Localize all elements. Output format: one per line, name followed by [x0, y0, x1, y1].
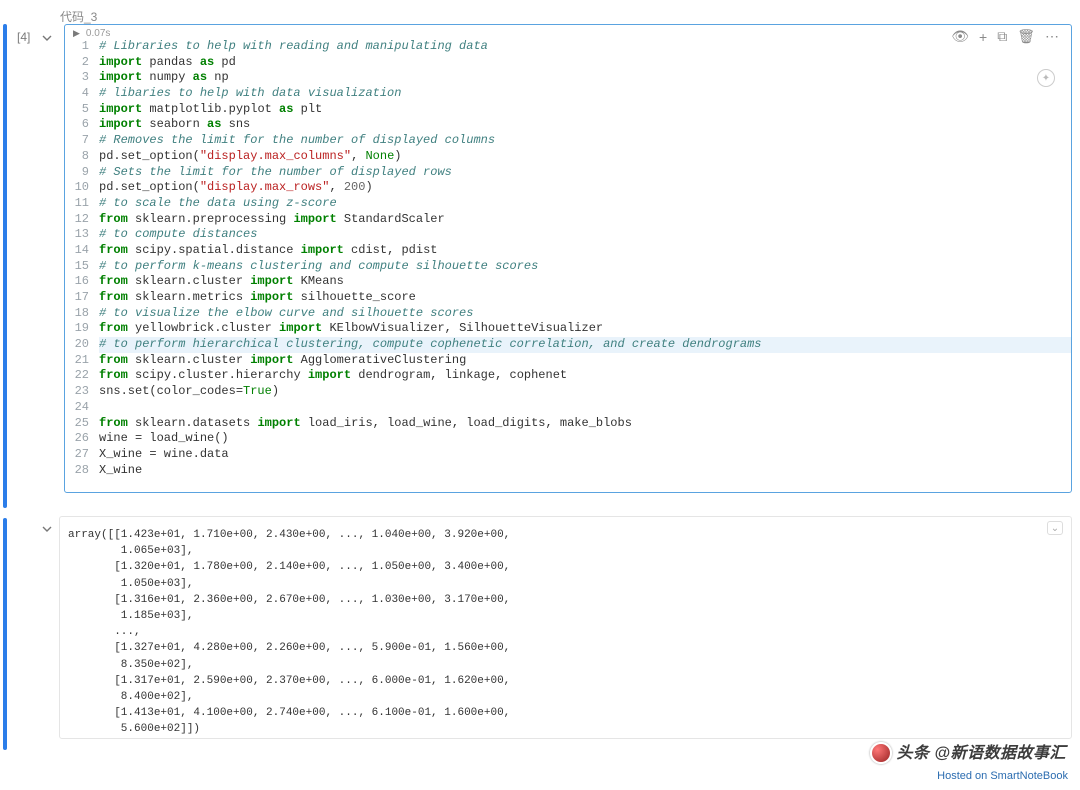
duplicate-cell-icon[interactable]: ⧉ [997, 28, 1007, 45]
collapse-output-icon[interactable] [42, 522, 52, 537]
cell-selection-bar[interactable] [3, 24, 7, 508]
hosted-link[interactable]: Hosted on SmartNoteBook [937, 770, 1068, 782]
code-cell[interactable]: 👁 + ⧉ 🗑 ⋯ ✦ ▶ 0.07s 12345678910111213141… [64, 24, 1072, 493]
output-cell: ⌄ array([[1.423e+01, 1.710e+00, 2.430e+0… [59, 516, 1072, 739]
line-number-gutter: 1234567891011121314151617181920212223242… [65, 39, 99, 478]
ai-assist-icon[interactable]: ✦ [1037, 69, 1055, 87]
execution-time: 0.07s [86, 28, 110, 39]
output-scroll-icon[interactable]: ⌄ [1047, 521, 1063, 535]
watermark: 头条 @新语数据故事汇 [870, 739, 1066, 764]
cell-toolbar: 👁 + ⧉ 🗑 ⋯ [951, 24, 1059, 49]
avatar-icon [870, 742, 892, 764]
output-text: array([[1.423e+01, 1.710e+00, 2.430e+00,… [68, 521, 1063, 738]
output-selection-bar[interactable] [3, 518, 7, 750]
delete-cell-icon[interactable]: 🗑 [1017, 28, 1035, 45]
code-editor[interactable]: # Libraries to help with reading and man… [99, 39, 1071, 478]
run-cell-icon[interactable]: ▶ [73, 28, 80, 39]
add-cell-icon[interactable]: + [979, 29, 987, 45]
collapse-input-icon[interactable] [42, 31, 52, 46]
cell-title: 代码_3 [60, 8, 97, 25]
more-actions-icon[interactable]: ⋯ [1045, 28, 1059, 45]
toggle-output-icon[interactable]: 👁 [951, 28, 969, 45]
execution-count: [4] [17, 30, 30, 44]
